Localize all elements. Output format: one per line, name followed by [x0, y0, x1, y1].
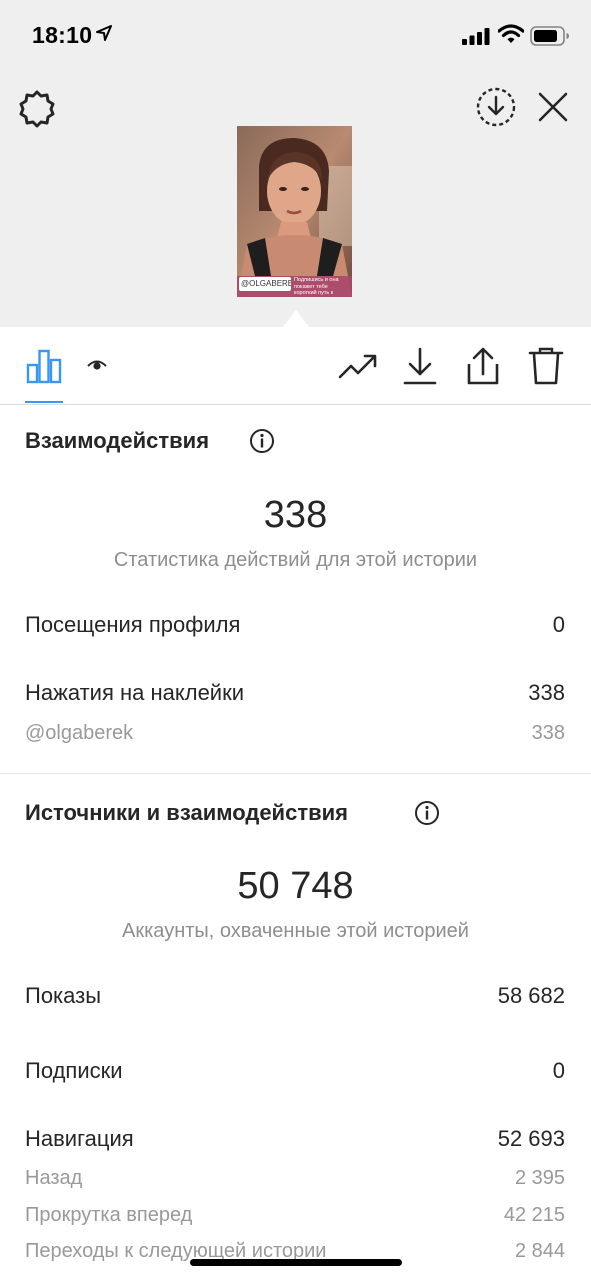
- download-button[interactable]: [398, 344, 442, 388]
- home-indicator[interactable]: [190, 1259, 402, 1266]
- stat-subrow: @olgaberek 338: [25, 722, 565, 745]
- stat-value: 0: [552, 1058, 565, 1083]
- stat-label: Подписки: [25, 1058, 123, 1083]
- discovery-title: Источники и взаимодействия: [25, 800, 348, 825]
- sticker-handle: @OLGABEREK: [241, 279, 291, 288]
- stat-row: Навигация 52 693: [25, 1126, 565, 1152]
- stat-subrow: Прокрутка вперед 42 215: [25, 1204, 565, 1227]
- stat-value: 42 215: [503, 1204, 565, 1226]
- stat-label: Навигация: [25, 1126, 134, 1151]
- location-arrow-icon: [96, 25, 112, 41]
- save-button[interactable]: [473, 84, 519, 130]
- share-icon: [467, 347, 499, 385]
- close-button[interactable]: [530, 84, 576, 130]
- tab-insights[interactable]: [22, 344, 66, 388]
- info-icon[interactable]: [414, 800, 440, 826]
- stat-value: 52 693: [497, 1126, 565, 1151]
- interactions-caption: Статистика действий для этой истории: [113, 549, 478, 571]
- discovery-total: 50 748: [237, 865, 354, 907]
- stat-label: Прокрутка вперед: [25, 1204, 193, 1226]
- interactions-title: Взаимодействия: [25, 428, 210, 453]
- interactions-total: 338: [263, 494, 328, 536]
- stat-value: 338: [528, 680, 565, 705]
- gear-icon: [19, 90, 55, 128]
- info-icon[interactable]: [249, 428, 275, 454]
- status-bar: 18:10: [0, 0, 591, 70]
- eye-icon: [87, 360, 107, 370]
- settings-button[interactable]: [14, 86, 60, 132]
- status-time: 18:10: [32, 22, 93, 48]
- close-icon: [538, 92, 568, 122]
- bar-chart-icon: [26, 349, 62, 384]
- stat-value: 2 395: [514, 1167, 565, 1189]
- trending-icon: [338, 354, 377, 379]
- download-icon: [403, 347, 437, 385]
- story-thumbnail[interactable]: @OLGABEREK Подпишись и она покажет тебе …: [237, 126, 352, 297]
- wifi-icon: [498, 24, 524, 43]
- stat-subrow: Назад 2 395: [25, 1167, 565, 1190]
- stat-row: Нажатия на наклейки 338: [25, 680, 565, 706]
- sticker-text: Подпишись и она покажет тебе короткий пу…: [294, 277, 339, 296]
- stat-row: Посещения профиля 0: [25, 612, 565, 638]
- tab-viewers[interactable]: [84, 352, 110, 378]
- share-button[interactable]: [461, 344, 505, 388]
- cellular-signal-icon: [462, 28, 490, 45]
- stat-value: 2 844: [514, 1240, 565, 1262]
- stat-row: Подписки 0: [25, 1058, 565, 1084]
- trash-icon: [528, 347, 564, 385]
- stat-label: Показы: [25, 983, 102, 1008]
- delete-button[interactable]: [524, 344, 568, 388]
- stat-value: 58 682: [497, 983, 565, 1008]
- stat-value: 338: [531, 722, 565, 744]
- story-preview-image: [237, 126, 352, 297]
- active-tab-indicator: [25, 401, 63, 403]
- thumbnail-pointer: [283, 310, 309, 327]
- battery-icon: [530, 26, 569, 46]
- stat-row: Показы 58 682: [25, 983, 565, 1009]
- promote-button[interactable]: [336, 344, 380, 388]
- stat-label: Назад: [25, 1167, 83, 1189]
- stat-label: @olgaberek: [25, 722, 134, 744]
- stat-value: 0: [552, 612, 565, 637]
- stat-label: Нажатия на наклейки: [25, 680, 245, 705]
- download-circle-icon: [476, 87, 516, 127]
- discovery-caption: Аккаунты, охваченные этой историей: [122, 920, 469, 942]
- section-divider: [0, 773, 591, 774]
- stat-label: Посещения профиля: [25, 612, 241, 637]
